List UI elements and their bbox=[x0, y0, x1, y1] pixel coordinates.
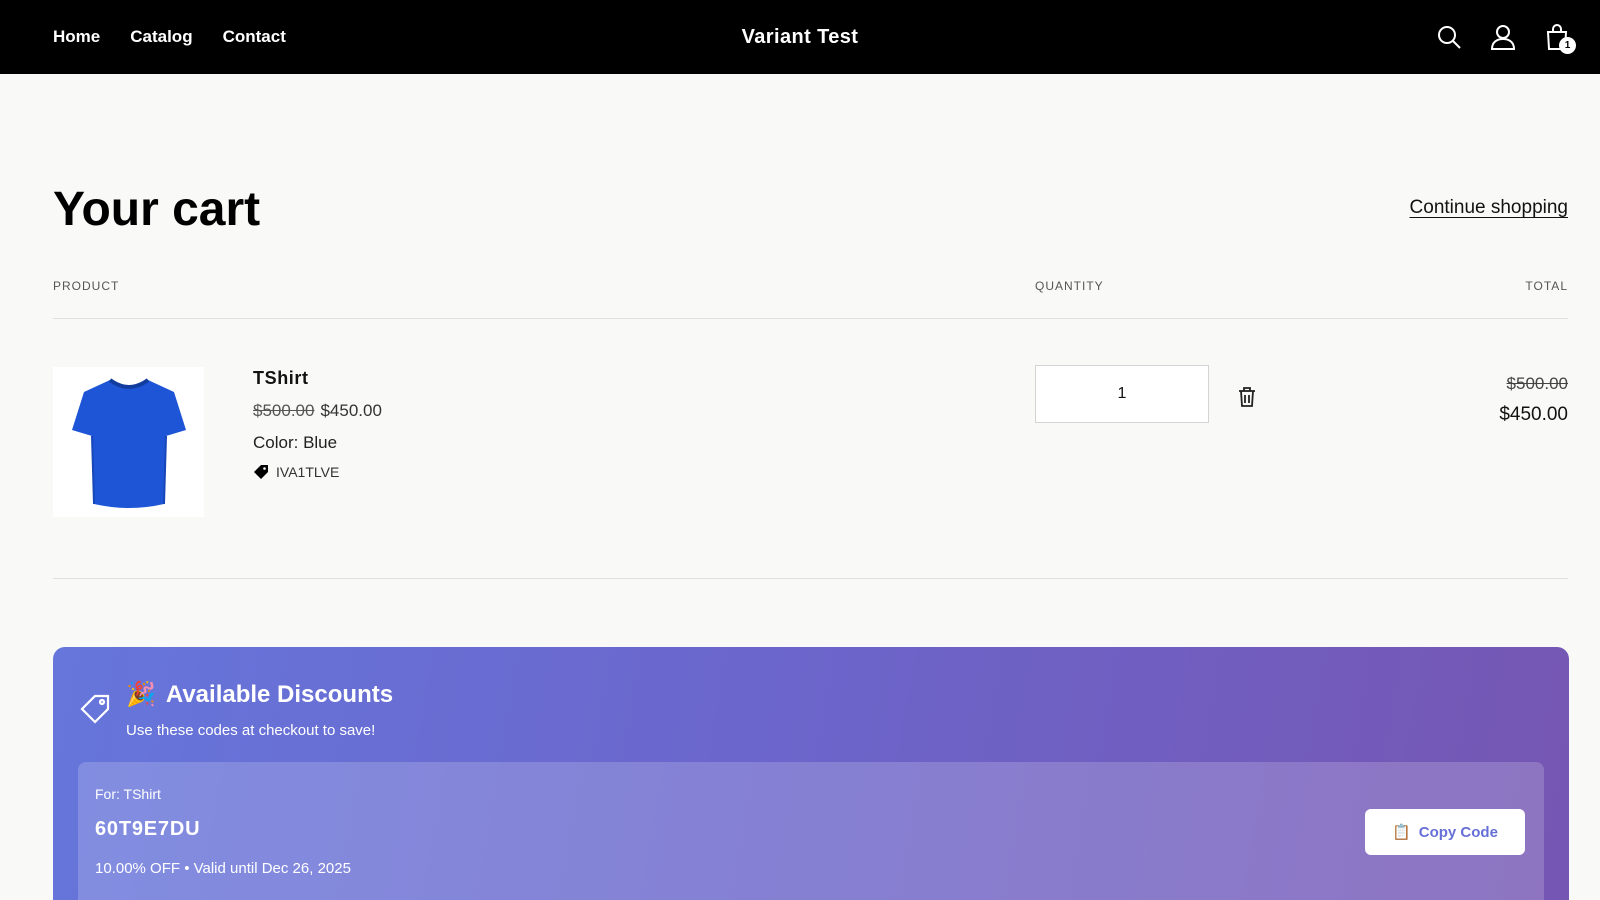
discount-details: 10.00% OFF • Valid until Dec 26, 2025 bbox=[95, 860, 351, 877]
product-option: Color: Blue bbox=[253, 433, 338, 452]
discount-tag-icon bbox=[254, 465, 268, 479]
product-compare-price: $500.00 bbox=[253, 401, 315, 420]
discount-applies-to: For: TShirt bbox=[95, 786, 161, 802]
column-header-quantity: QUANTITY bbox=[1035, 279, 1104, 293]
applied-discount: IVA1TLVE bbox=[253, 464, 339, 480]
divider bbox=[53, 318, 1568, 319]
tshirt-icon bbox=[71, 378, 186, 508]
nav-contact-link[interactable]: Contact bbox=[223, 27, 286, 47]
product-name-link[interactable]: TShirt bbox=[253, 368, 309, 389]
quantity-input[interactable]: 1 bbox=[1035, 365, 1209, 423]
cart-icon[interactable]: 1 bbox=[1542, 22, 1576, 54]
tag-icon bbox=[79, 693, 111, 725]
applied-discount-code: IVA1TLVE bbox=[276, 464, 340, 480]
column-header-total: TOTAL bbox=[1525, 279, 1568, 293]
available-discounts-panel: 🎉 Available Discounts Use these codes at… bbox=[53, 647, 1569, 900]
discounts-title-text: Available Discounts bbox=[165, 680, 394, 708]
column-header-product: PRODUCT bbox=[53, 279, 120, 293]
search-icon[interactable] bbox=[1434, 22, 1464, 52]
product-price: $500.00 $450.00 bbox=[253, 401, 382, 421]
discounts-subtitle: Use these codes at checkout to save! bbox=[126, 722, 376, 739]
store-name[interactable]: Variant Test bbox=[742, 26, 859, 49]
line-total: $450.00 bbox=[1499, 404, 1568, 425]
remove-item-icon[interactable] bbox=[1237, 386, 1257, 408]
page-title: Your cart bbox=[53, 183, 261, 236]
party-icon: 🎉 bbox=[126, 681, 156, 708]
discounts-title: 🎉 Available Discounts bbox=[126, 680, 393, 709]
nav-catalog-link[interactable]: Catalog bbox=[130, 27, 192, 47]
clipboard-icon: 📋 bbox=[1392, 824, 1411, 841]
account-icon[interactable] bbox=[1488, 22, 1518, 52]
product-sale-price: $450.00 bbox=[320, 401, 382, 420]
copy-code-label: Copy Code bbox=[1418, 823, 1498, 841]
main-nav: Home Catalog Contact bbox=[53, 0, 286, 74]
discount-code: 60T9E7DU bbox=[95, 818, 201, 840]
discount-code-card: For: TShirt 60T9E7DU 10.00% OFF • Valid … bbox=[78, 762, 1544, 900]
nav-home-link[interactable]: Home bbox=[53, 27, 100, 47]
cart-count-badge: 1 bbox=[1559, 37, 1576, 54]
line-total-compare: $500.00 bbox=[1506, 374, 1568, 393]
product-image[interactable] bbox=[53, 367, 204, 517]
continue-shopping-link[interactable]: Continue shopping bbox=[1410, 197, 1568, 219]
divider bbox=[53, 578, 1568, 579]
site-header: Home Catalog Contact Variant Test 1 bbox=[0, 0, 1600, 74]
copy-code-button[interactable]: 📋 Copy Code bbox=[1365, 809, 1525, 855]
